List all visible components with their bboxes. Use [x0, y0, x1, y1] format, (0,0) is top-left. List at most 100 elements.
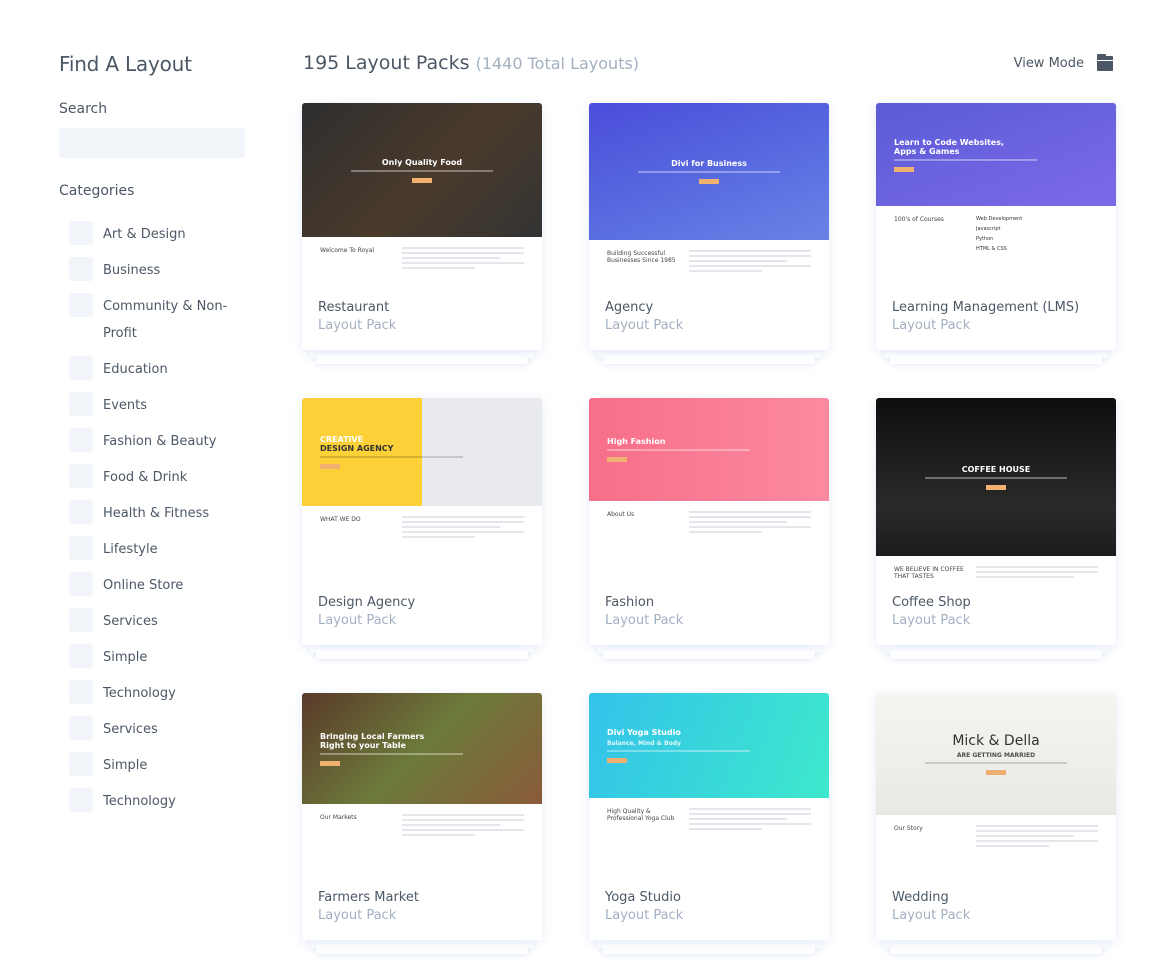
- preview-subtitle: ARE GETTING MARRIED: [956, 752, 1036, 759]
- layout-pack-subtitle: Layout Pack: [892, 318, 971, 333]
- category-item[interactable]: Food & Drink: [59, 464, 249, 491]
- layout-preview[interactable]: Bringing Local Farmers Right to your Tab…: [302, 693, 542, 873]
- preview-hero: Mick & Della ARE GETTING MARRIED: [876, 693, 1116, 815]
- preview-hero: Divi Yoga Studio Balance, Mind & Body: [589, 693, 829, 798]
- layout-pack-card[interactable]: CREATIVE DESIGN AGENCY WHAT WE DO Design…: [302, 398, 542, 659]
- category-item[interactable]: Lifestyle: [59, 536, 249, 563]
- category-list: Art & Design Business Community & Non-Prof…: [59, 221, 249, 815]
- category-checkbox[interactable]: [69, 500, 93, 524]
- category-checkbox[interactable]: [69, 680, 93, 704]
- category-item[interactable]: Simple: [59, 644, 249, 671]
- category-item[interactable]: Technology: [59, 788, 249, 815]
- category-checkbox[interactable]: [69, 788, 93, 812]
- layout-pack-subtitle: Layout Pack: [605, 908, 684, 923]
- preview-section-title: WHAT WE DO: [320, 516, 361, 523]
- preview-hero: Bringing Local Farmers Right to your Tab…: [302, 693, 542, 804]
- layout-pack-name: Learning Management (LMS): [892, 300, 1080, 315]
- layout-preview[interactable]: CREATIVE DESIGN AGENCY WHAT WE DO: [302, 398, 542, 578]
- category-item[interactable]: Services: [59, 608, 249, 635]
- preview-subtitle: Balance, Mind & Body: [607, 740, 681, 747]
- view-mode-label: View Mode: [1013, 55, 1084, 71]
- category-item[interactable]: Fashion & Beauty: [59, 428, 249, 455]
- layout-grid: Only Quality Food Welcome To Royal Resta…: [302, 103, 1116, 954]
- layout-pack-card[interactable]: Mick & Della ARE GETTING MARRIED Our Sto…: [876, 693, 1116, 954]
- layout-pack-name: Wedding: [892, 890, 949, 905]
- category-label: Events: [103, 398, 148, 413]
- pack-count: 195 Layout Packs: [303, 52, 470, 74]
- category-label: Technology: [103, 794, 176, 809]
- category-item[interactable]: Art & Design: [59, 221, 249, 248]
- category-item[interactable]: Community & Non-Profit: [59, 293, 249, 347]
- layout-pack-subtitle: Layout Pack: [605, 318, 684, 333]
- category-item[interactable]: Online Store: [59, 572, 249, 599]
- category-checkbox[interactable]: [69, 464, 93, 488]
- category-checkbox[interactable]: [69, 428, 93, 452]
- category-checkbox[interactable]: [69, 716, 93, 740]
- category-item[interactable]: Education: [59, 356, 249, 383]
- folder-icon: [1097, 53, 1113, 71]
- category-checkbox[interactable]: [69, 572, 93, 596]
- preview-hero: Learn to Code Websites, Apps & Games: [876, 103, 1116, 206]
- layout-preview[interactable]: Mick & Della ARE GETTING MARRIED Our Sto…: [876, 693, 1116, 873]
- layout-preview[interactable]: Divi Yoga Studio Balance, Mind & Body Hi…: [589, 693, 829, 873]
- layout-pack-name: Farmers Market: [318, 890, 419, 905]
- layout-pack-card[interactable]: Divi Yoga Studio Balance, Mind & Body Hi…: [589, 693, 829, 954]
- layout-pack-card[interactable]: Bringing Local Farmers Right to your Tab…: [302, 693, 542, 954]
- preview-section-title: 100's of Courses: [894, 216, 944, 223]
- category-checkbox[interactable]: [69, 536, 93, 560]
- preview-hero: High Fashion: [589, 398, 829, 501]
- layout-preview[interactable]: Learn to Code Websites, Apps & Games 100…: [876, 103, 1116, 283]
- layout-preview[interactable]: COFFEE HOUSE WE BELIEVE IN COFFEE THAT T…: [876, 398, 1116, 578]
- category-label: Technology: [103, 686, 176, 701]
- category-label: Services: [103, 722, 158, 737]
- preview-title: Learn to Code Websites, Apps & Games: [894, 137, 1005, 156]
- preview-title: High Fashion: [607, 437, 666, 446]
- search-input[interactable]: [59, 128, 245, 158]
- category-item[interactable]: Simple: [59, 752, 249, 779]
- layout-pack-card[interactable]: Only Quality Food Welcome To Royal Resta…: [302, 103, 542, 364]
- feature-label: HTML & CSS: [976, 246, 1007, 252]
- category-checkbox[interactable]: [69, 257, 93, 281]
- sidebar-title: Find A Layout: [59, 52, 192, 76]
- preview-title: COFFEE HOUSE: [961, 464, 1031, 474]
- layout-pack-subtitle: Layout Pack: [892, 908, 971, 923]
- layout-pack-subtitle: Layout Pack: [318, 318, 397, 333]
- feature-label: Web Development: [976, 216, 1023, 222]
- layout-pack-card[interactable]: COFFEE HOUSE WE BELIEVE IN COFFEE THAT T…: [876, 398, 1116, 659]
- feature-label: Javascript: [976, 226, 1001, 232]
- layout-preview[interactable]: Divi for Business Building Successful Bu…: [589, 103, 829, 283]
- category-item[interactable]: Services: [59, 716, 249, 743]
- category-label: Art & Design: [103, 227, 186, 242]
- layout-pack-card[interactable]: Divi for Business Building Successful Bu…: [589, 103, 829, 364]
- preview-hero: Divi for Business: [589, 103, 829, 240]
- layout-pack-card[interactable]: High Fashion About Us Fashion Layout Pac…: [589, 398, 829, 659]
- layout-preview[interactable]: Only Quality Food Welcome To Royal: [302, 103, 542, 283]
- preview-title: DESIGN AGENCY: [320, 444, 394, 453]
- category-checkbox[interactable]: [69, 644, 93, 668]
- category-checkbox[interactable]: [69, 392, 93, 416]
- layout-preview[interactable]: High Fashion About Us: [589, 398, 829, 578]
- category-checkbox[interactable]: [69, 608, 93, 632]
- layout-pack-subtitle: Layout Pack: [318, 613, 397, 628]
- layout-pack-name: Restaurant: [318, 300, 390, 315]
- category-checkbox[interactable]: [69, 293, 93, 317]
- category-item[interactable]: Events: [59, 392, 249, 419]
- view-mode-button[interactable]: View Mode: [1013, 53, 1113, 71]
- category-label: Health & Fitness: [103, 506, 210, 521]
- category-item[interactable]: Business: [59, 257, 249, 284]
- layout-pack-name: Design Agency: [318, 595, 416, 610]
- category-label: Services: [103, 614, 158, 629]
- preview-title: Divi Yoga Studio: [607, 728, 681, 737]
- layout-pack-subtitle: Layout Pack: [318, 908, 397, 923]
- category-checkbox[interactable]: [69, 752, 93, 776]
- layout-pack-card[interactable]: Learn to Code Websites, Apps & Games 100…: [876, 103, 1116, 364]
- category-item[interactable]: Technology: [59, 680, 249, 707]
- preview-section-title: Our Markets: [320, 814, 357, 821]
- preview-section-title: Our Story: [894, 825, 923, 832]
- category-label: Food & Drink: [103, 470, 188, 485]
- feature-label: Python: [976, 236, 994, 242]
- category-checkbox[interactable]: [69, 356, 93, 380]
- preview-kicker: CREATIVE: [320, 435, 364, 444]
- category-item[interactable]: Health & Fitness: [59, 500, 249, 527]
- category-checkbox[interactable]: [69, 221, 93, 245]
